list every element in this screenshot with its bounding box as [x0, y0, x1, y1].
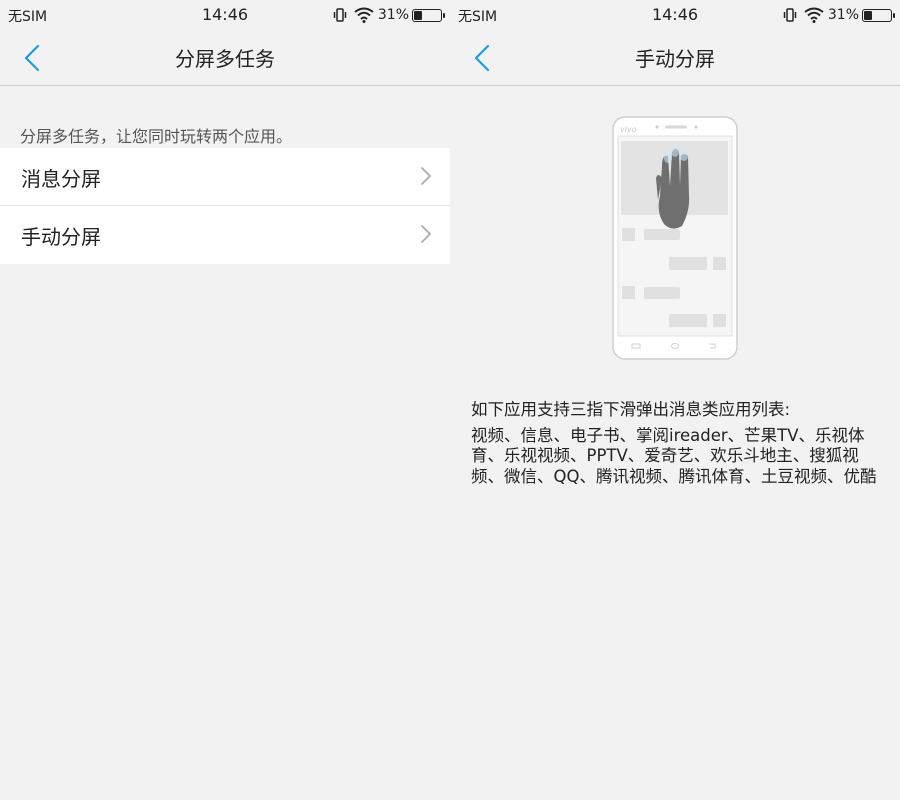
battery-percent: 31% — [827, 7, 859, 23]
status-bar: 无SIM 14:46 31% — [0, 0, 450, 30]
list-item-label: 手动分屏 — [21, 225, 101, 249]
section-description: 分屏多任务，让您同时玩转两个应用。 — [20, 127, 293, 146]
navigation-bar: 手动分屏 — [450, 30, 900, 86]
phone-illustration: vivo — [612, 116, 738, 360]
supported-apps-section: 如下应用支持三指下滑弹出消息类应用列表: 视频、信息、电子书、掌阅ireader… — [471, 400, 881, 487]
navigation-bar: 分屏多任务 — [0, 30, 450, 86]
vibrate-icon — [333, 8, 347, 22]
status-icons: 31% — [782, 4, 895, 26]
brand-logo: vivo — [620, 125, 637, 134]
vibrate-icon — [783, 8, 797, 22]
supported-apps-heading: 如下应用支持三指下滑弹出消息类应用列表: — [471, 400, 791, 419]
status-icons: 31% — [332, 4, 445, 26]
list-item-label: 消息分屏 — [21, 167, 101, 191]
list-item-message-split[interactable]: 消息分屏 — [0, 148, 450, 206]
left-screen: 无SIM 14:46 31% 分屏多任务 分屏多任务，让您同时玩转两个应用。 消… — [0, 0, 450, 800]
supported-apps-list: 视频、信息、电子书、掌阅ireader、芒果TV、乐视体育、乐视视频、PPTV、… — [471, 425, 877, 486]
page-title: 手动分屏 — [635, 47, 715, 71]
page-title: 分屏多任务 — [175, 47, 275, 71]
chevron-right-icon — [421, 225, 431, 243]
list-item-manual-split[interactable]: 手动分屏 — [0, 206, 450, 264]
battery-percent: 31% — [377, 7, 409, 23]
right-screen: 无SIM 14:46 31% 手动分屏 vivo 如下应用支持三指下滑弹出消息类… — [450, 0, 900, 800]
battery-icon — [412, 8, 445, 22]
battery-icon — [862, 8, 895, 22]
wifi-icon — [804, 7, 824, 23]
chevron-right-icon — [421, 167, 431, 185]
settings-list: 消息分屏 手动分屏 — [0, 148, 450, 264]
status-bar: 无SIM 14:46 31% — [450, 0, 900, 30]
wifi-icon — [354, 7, 374, 23]
